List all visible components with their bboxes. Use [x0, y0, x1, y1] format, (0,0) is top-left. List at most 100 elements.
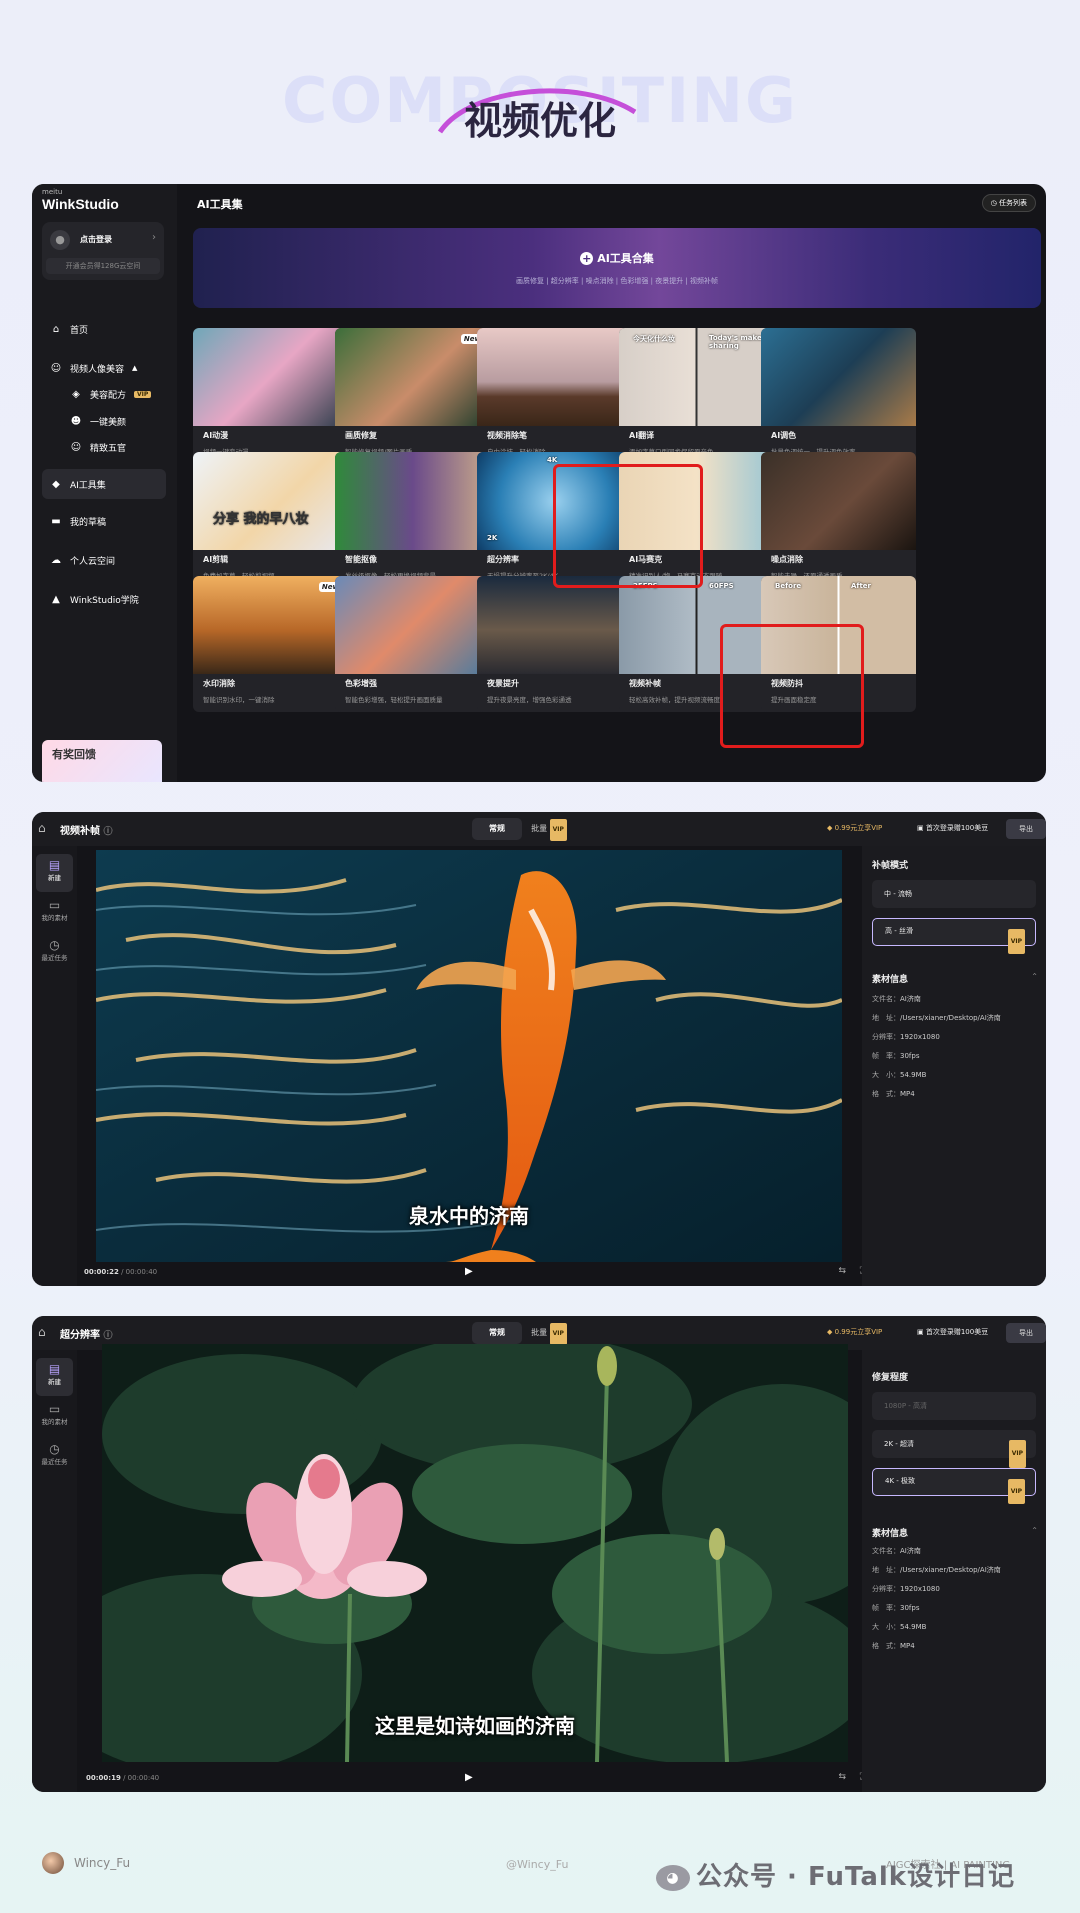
export-button[interactable]: 导出	[1006, 819, 1046, 839]
new-button[interactable]: ▤ 新建	[36, 854, 73, 892]
new-button[interactable]: ▤ 新建	[36, 1358, 73, 1396]
highlight-frame-interpolation	[720, 624, 864, 748]
gift-text: 首次登录赠100美豆	[925, 824, 989, 832]
tab-normal[interactable]: 常规	[472, 818, 522, 840]
home-icon[interactable]: ⌂	[38, 821, 46, 835]
info-row: 分辨率：1920x1080	[872, 1032, 1036, 1042]
new-file-icon: ▤	[48, 1362, 61, 1376]
tool-card[interactable]: 分享 我的早八妆AI剪辑免费加字幕，轻松剪视频	[193, 452, 348, 588]
option-4k[interactable]: 4K - 极致 VIP	[872, 1468, 1036, 1504]
tool-card[interactable]: 噪点消除智能去噪，还原通透画质	[761, 452, 916, 588]
tool-description: 轻松高效补帧，提升视频流畅度	[629, 696, 720, 704]
tool-card[interactable]: New画质修复智能修复视频/图片画质	[335, 328, 490, 464]
window-title-text: 视频补帧	[60, 826, 100, 837]
tool-card[interactable]: 色彩增强 智能色彩增强，轻松提升画面质量	[335, 576, 490, 712]
tool-description: 智能识别水印，一键消除	[203, 696, 275, 704]
option-2k[interactable]: 2K - 超清 VIP	[872, 1430, 1036, 1468]
play-icon[interactable]: ▶	[465, 1772, 473, 1783]
nav-drafts[interactable]: ▬ 我的草稿	[42, 506, 166, 536]
thumbnail-label-left: 今天化什么妆	[633, 335, 675, 343]
info-value: /Users/xianer/Desktop/AI济南	[900, 1566, 1001, 1574]
tool-card[interactable]: 智能抠像发丝级抠像，轻松更换视频背景	[335, 452, 490, 588]
time-total: 00:00:40	[125, 1268, 158, 1276]
collapse-icon[interactable]: ⌃	[1031, 1526, 1038, 1535]
my-assets-button[interactable]: ▭ 我的素材	[36, 1398, 73, 1436]
member-offer[interactable]: 开通会员得128G云空间	[46, 258, 160, 274]
info-icon[interactable]: ⓘ	[103, 827, 112, 837]
nav-ai-tools[interactable]: ◆ AI工具集	[42, 469, 166, 499]
promo-banner[interactable]: 有奖回馈	[42, 740, 162, 782]
option-label: 1080P - 高清	[884, 1402, 928, 1410]
video-preview[interactable]: 泉水中的济南	[96, 850, 842, 1262]
task-list-label: 任务列表	[999, 199, 1027, 207]
gift-offer[interactable]: ▣ 首次登录赠100美豆	[917, 823, 988, 833]
lotus-scene	[102, 1344, 848, 1762]
super-resolution-window: ⌂ 超分辨率 ⓘ 常规 批量 VIP ◆ 0.99元立享VIP ▣ 首次登录赠1…	[32, 1316, 1046, 1792]
brand-logo: WinkStudio	[42, 196, 119, 212]
tool-card[interactable]: New 水印消除 智能识别水印，一键消除	[193, 576, 348, 712]
export-button[interactable]: 导出	[1006, 1323, 1046, 1343]
option-high[interactable]: 高 - 丝滑 VIP	[872, 918, 1036, 954]
frame-interpolation-window: ⌂ 视频补帧 ⓘ 常规 批量 VIP ◆ 0.99元立享VIP ▣ 首次登录赠1…	[32, 812, 1046, 1286]
footer: Wincy_Fu @Wincy_Fu AIGC探索社 | AI PAINTING…	[0, 1840, 1080, 1892]
vip-badge: VIP	[549, 1323, 567, 1345]
tool-card[interactable]: AI调色批量色调统一，提升调色效率	[761, 328, 916, 464]
info-key: 文件名：	[872, 1547, 900, 1555]
tool-title: 画质修复	[345, 431, 377, 440]
tab-batch[interactable]: 批量 VIP	[524, 818, 574, 841]
nav-features[interactable]: ☺ 精致五官	[62, 432, 166, 462]
mode-tabs: 常规 批量 VIP	[472, 1322, 574, 1345]
vip-offer-text: 0.99元立享VIP	[834, 1328, 883, 1336]
tool-card[interactable]: 视频消除笔自由涂抹，轻松消除	[477, 328, 632, 464]
thumbnail-label-4k: 4K	[547, 456, 558, 464]
compare-icon[interactable]: ⇆	[838, 1772, 846, 1782]
tool-thumbnail	[335, 452, 490, 550]
tool-thumbnail	[761, 452, 916, 550]
tool-card[interactable]: AI动漫视频一键变动漫	[193, 328, 348, 464]
my-assets-button[interactable]: ▭ 我的素材	[36, 894, 73, 932]
tool-card[interactable]: 今天化什么妆Today's makeup sharingAI翻译添加字幕口型同步…	[619, 328, 774, 464]
info-value: 54.9MB	[900, 1071, 927, 1079]
nav-label: 我的草稿	[70, 517, 107, 528]
info-key: 地 址：	[872, 1566, 900, 1574]
task-list-button[interactable]: ◷ 任务列表	[981, 194, 1036, 212]
option-label: 4K - 极致	[885, 1477, 916, 1485]
recent-tasks-button[interactable]: ◷ 最近任务	[36, 934, 73, 972]
option-1080p[interactable]: 1080P - 高清	[872, 1392, 1036, 1420]
tool-card[interactable]: 夜景提升 提升夜景亮度，增强色彩通透	[477, 576, 632, 712]
info-icon[interactable]: ⓘ	[103, 1331, 112, 1341]
video-preview[interactable]: 这里是如诗如画的济南	[102, 1344, 848, 1762]
vip-offer[interactable]: ◆ 0.99元立享VIP	[827, 1327, 882, 1337]
tab-batch[interactable]: 批量 VIP	[524, 1322, 574, 1345]
nav-beauty-formula[interactable]: ◈ 美容配方 VIP	[62, 379, 166, 409]
diamond-icon: ◆	[827, 1328, 835, 1336]
gift-offer[interactable]: ▣ 首次登录赠100美豆	[917, 1327, 988, 1337]
ai-tools-banner[interactable]: + AI工具合集 画质修复 | 超分辨率 | 噪点消除 | 色彩增强 | 夜景提升…	[193, 228, 1041, 308]
layers-icon: ◈	[72, 388, 80, 400]
option-medium[interactable]: 中 - 流畅	[872, 880, 1036, 908]
time-total: 00:00:40	[127, 1774, 160, 1782]
recent-tasks-button[interactable]: ◷ 最近任务	[36, 1438, 73, 1476]
thumbnail-label-right: 60FPS	[709, 582, 734, 590]
tab-batch-label: 批量	[531, 1328, 548, 1337]
mode-tabs: 常规 批量 VIP	[472, 818, 574, 841]
collapse-icon[interactable]: ⌃	[1031, 972, 1038, 981]
home-icon[interactable]: ⌂	[38, 1325, 46, 1339]
nav-home[interactable]: ⌂ 首页	[42, 314, 166, 344]
thumbnail-label-right: After	[851, 582, 872, 590]
gift-text: 首次登录赠100美豆	[925, 1328, 989, 1336]
nav-academy[interactable]: ▲ WinkStudio学院	[42, 584, 166, 614]
vip-badge: VIP	[549, 819, 567, 841]
tab-normal[interactable]: 常规	[472, 1322, 522, 1344]
vip-offer[interactable]: ◆ 0.99元立享VIP	[827, 823, 882, 833]
banner-title-text: AI工具合集	[597, 252, 654, 265]
info-value: 1920x1080	[900, 1033, 940, 1041]
login-card[interactable]: ● 点击登录 › 开通会员得128G云空间	[42, 222, 164, 280]
window-title-text: 超分辨率	[60, 1330, 100, 1341]
play-icon[interactable]: ▶	[465, 1266, 473, 1277]
tool-title: AI翻译	[629, 431, 655, 440]
nav-cloud[interactable]: ☁ 个人云空间	[42, 545, 166, 575]
compare-icon[interactable]: ⇆	[838, 1266, 846, 1276]
new-file-icon: ▤	[48, 858, 61, 872]
tool-thumbnail	[477, 328, 632, 426]
